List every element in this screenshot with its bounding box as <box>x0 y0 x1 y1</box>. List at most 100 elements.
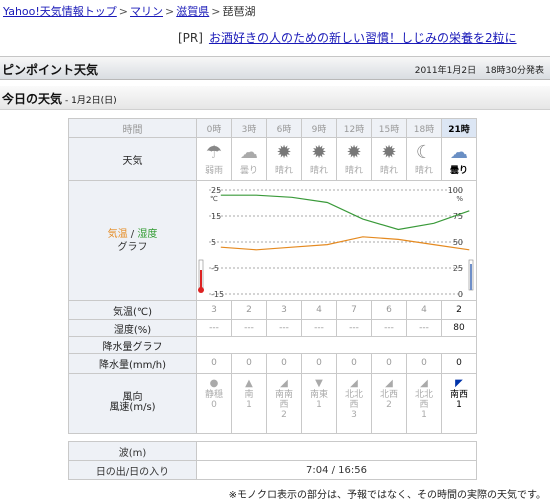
graph-label-sep: / <box>127 228 138 240</box>
wind-cell: ● 静穏 0 <box>196 372 232 435</box>
row-label-weather: 天気 <box>68 137 197 182</box>
humidity-series-line <box>220 194 470 230</box>
hour-cell: 6時 <box>266 117 302 139</box>
weather-label: 晴れ <box>344 165 363 176</box>
wind-arrow-icon: ◤ <box>455 377 463 389</box>
wind-speed: 0 <box>211 399 217 410</box>
weather-cell: ✹ 晴れ <box>301 137 337 182</box>
wind-arrow-icon: ◢ <box>350 377 358 389</box>
weather-cell: ☂ 弱雨 <box>196 137 232 182</box>
humidity-cell: --- <box>196 319 232 338</box>
humidity-cell: --- <box>371 319 407 338</box>
hour-cell: 3時 <box>231 117 267 139</box>
wind-speed: 2 <box>281 409 287 420</box>
weather-cell: ☁ 曇り <box>231 137 267 182</box>
precip-cell: 0 <box>266 353 302 374</box>
temp-cell: 7 <box>336 300 372 321</box>
wind-arrow-icon: ◢ <box>385 377 393 389</box>
weather-label: 晴れ <box>274 165 293 176</box>
precip-cell: 0 <box>406 353 442 374</box>
hour-cell: 18時 <box>406 117 442 139</box>
wind-cell: ◢ 北北西 1 <box>406 372 442 435</box>
row-label-wind-speed: 風速(m/s) <box>109 402 156 414</box>
ad-link[interactable]: お酒好きの人のための新しい習慣！しじみの栄養を2粒に <box>209 31 517 45</box>
row-label-humidity: 湿度(%) <box>68 319 197 338</box>
weather-cell: ✹ 晴れ <box>266 137 302 182</box>
graph-cell: 25 100 15 75 5 50 -5 25 -15 0 ℃% <box>196 180 477 302</box>
weather-row: 天気 ☂ 弱雨 ☁ 曇り ✹ 晴れ ✹ 晴れ ✹ 晴れ ✹ 晴れ ☾ 晴れ ☁ 曇り <box>68 137 477 182</box>
thermometer-fill <box>200 269 202 288</box>
wind-arrow-icon: ◢ <box>420 377 428 389</box>
hour-cell: 9時 <box>301 117 337 139</box>
umbrella-icon: ☂ <box>205 141 223 163</box>
cloud-icon: ☁ <box>240 141 258 163</box>
precip-cell-current: 0 <box>441 353 477 374</box>
right-tick-label: 100 <box>448 186 463 195</box>
temp-row: 気温(℃) 3 2 3 4 7 6 4 2 <box>68 300 477 321</box>
breadcrumb-separator: > <box>118 5 129 18</box>
graph-label: 気温 / 湿度 グラフ <box>69 228 196 254</box>
hours-row: 時間 0時 3時 6時 9時 12時 15時 18時 21時 <box>68 117 477 139</box>
sun-icon: ✹ <box>311 141 327 163</box>
breadcrumb-link-top[interactable]: Yahoo!天気情報トップ <box>3 5 117 18</box>
row-label-wind: 風向 風速(m/s) <box>68 372 197 435</box>
precip-cell: 0 <box>301 353 337 374</box>
forecast-table: 時間 0時 3時 6時 9時 12時 15時 18時 21時 天気 ☂ 弱雨 ☁ 曇… <box>68 117 477 435</box>
wind-direction: 北北西 <box>344 389 363 410</box>
wind-cell: ▼ 南東 1 <box>301 372 337 435</box>
row-label-sun: 日の出/日の入り <box>68 460 197 480</box>
ad-line: [PR] お酒好きの人のための新しい習慣！しじみの栄養を2粒に <box>178 29 517 46</box>
wind-speed: 1 <box>421 409 427 420</box>
humidity-cell: --- <box>266 319 302 338</box>
precip-graph-cell <box>196 336 477 355</box>
today-date: - 1月2日(日) <box>65 96 117 106</box>
temp-cell: 3 <box>266 300 302 321</box>
row-label-wave: 波(m) <box>68 441 197 461</box>
humidity-cell: --- <box>336 319 372 338</box>
breadcrumb-link-prefecture[interactable]: 滋賀県 <box>176 5 209 18</box>
precip-row: 降水量(mm/h) 0 0 0 0 0 0 0 0 <box>68 353 477 374</box>
wind-cell: ◢ 南南西 2 <box>266 372 302 435</box>
hour-cell: 12時 <box>336 117 372 139</box>
extra-info-table: 波(m) 日の出/日の入り 7:04 / 16:56 <box>68 441 477 480</box>
left-tick-label: 25 <box>211 186 221 195</box>
humidity-cell-current: 80 <box>441 319 477 338</box>
sun-icon: ✹ <box>346 141 362 163</box>
wind-arrow-icon: ▲ <box>245 377 253 389</box>
left-tick-label: -5 <box>211 264 219 273</box>
wind-speed: 1 <box>316 399 322 410</box>
right-unit-label: % <box>456 195 463 203</box>
wind-row: 風向 風速(m/s) ● 静穏 0 ▲ 南 1 ◢ 南南西 2 ▼ 南東 1 ◢ 北北西 3 ◢ 北西… <box>68 372 477 435</box>
today-title-text: 今日の天気 <box>2 92 63 106</box>
right-tick-label: 25 <box>453 264 463 273</box>
hour-cell-current: 21時 <box>441 117 477 139</box>
weather-label: 晴れ <box>309 165 328 176</box>
breadcrumb-link-marine[interactable]: マリン <box>130 5 163 18</box>
humidity-cell: --- <box>301 319 337 338</box>
thermometer-bulb <box>198 286 204 293</box>
humidity-cell: --- <box>406 319 442 338</box>
weather-cell: ✹ 晴れ <box>336 137 372 182</box>
sun-icon: ✹ <box>381 141 397 163</box>
sun-row: 日の出/日の入り 7:04 / 16:56 <box>68 460 477 480</box>
wind-cell: ◢ 北北西 3 <box>336 372 372 435</box>
wind-direction: 南西 <box>449 389 468 400</box>
wind-speed: 1 <box>246 399 252 410</box>
humidity-gauge-fill <box>470 263 472 290</box>
temp-cell-current: 2 <box>441 300 477 321</box>
footnote: ※モノクロ表示の部分は、予報ではなく、その時間の実際の天気です。 <box>228 490 546 501</box>
graph-label-word: グラフ <box>117 241 148 253</box>
graph-label-humidity: 湿度 <box>137 228 158 240</box>
wind-direction: 静穏 <box>204 389 223 400</box>
wind-cell: ▲ 南 1 <box>231 372 267 435</box>
published-time: 2011年1月2日 18時30分発表 <box>414 66 544 76</box>
wind-speed: 1 <box>456 399 462 410</box>
weather-cell: ✹ 晴れ <box>371 137 407 182</box>
humidity-row: 湿度(%) --- --- --- --- --- --- --- 80 <box>68 319 477 338</box>
left-tick-label: 5 <box>211 238 216 247</box>
breadcrumb: Yahoo!天気情報トップ > マリン > 滋賀県 > 琵琶湖 <box>3 3 255 19</box>
left-tick-label: 15 <box>211 212 221 221</box>
breadcrumb-separator: > <box>165 5 175 18</box>
weather-label: 晴れ <box>379 165 398 176</box>
precip-graph-row: 降水量グラフ <box>68 336 477 355</box>
